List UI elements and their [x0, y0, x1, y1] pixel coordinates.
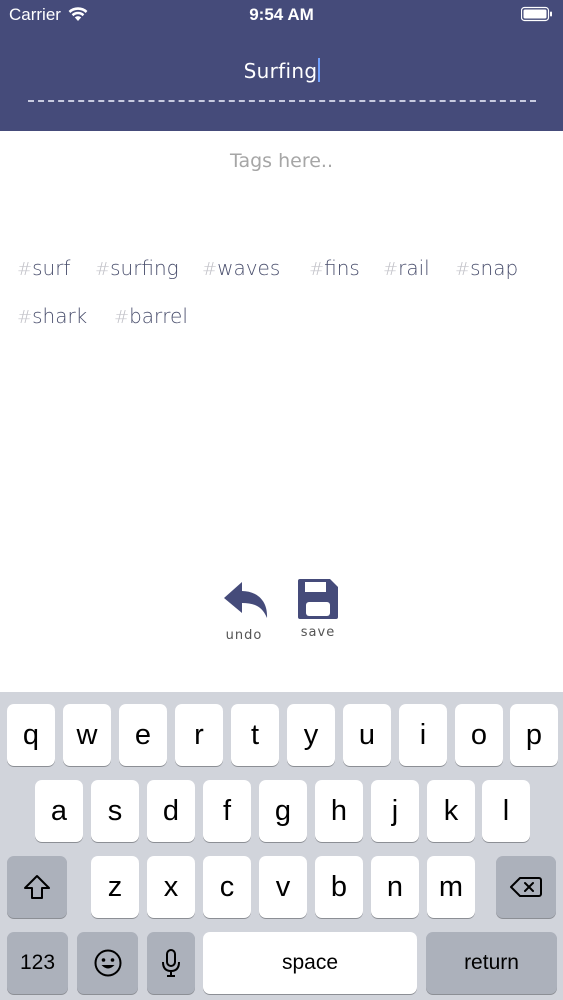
- tag-label: snap: [470, 256, 519, 280]
- key-i[interactable]: i: [399, 704, 447, 766]
- text-caret: [318, 58, 321, 82]
- tag-label: surfing: [110, 256, 179, 280]
- return-key[interactable]: return: [426, 932, 557, 994]
- key-m[interactable]: m: [427, 856, 475, 918]
- tag-chip[interactable]: #rail: [383, 256, 430, 280]
- backspace-icon: [510, 877, 542, 897]
- title-input-text: Surfing: [243, 59, 318, 83]
- emoji-icon: [94, 949, 121, 977]
- hash-symbol: #: [17, 307, 33, 328]
- hash-symbol: #: [17, 259, 33, 280]
- key-c[interactable]: c: [203, 856, 251, 918]
- battery-icon: [521, 6, 552, 22]
- tag-chip[interactable]: #barrel: [114, 304, 188, 328]
- save-button[interactable]: save: [288, 576, 348, 640]
- key-s[interactable]: s: [91, 780, 139, 842]
- hash-symbol: #: [95, 259, 111, 280]
- floppy-disk-icon: [298, 579, 338, 619]
- key-o[interactable]: o: [455, 704, 503, 766]
- key-t[interactable]: t: [231, 704, 279, 766]
- tag-label: waves: [217, 256, 281, 280]
- hash-symbol: #: [455, 259, 471, 280]
- hash-symbol: #: [309, 259, 325, 280]
- key-j[interactable]: j: [371, 780, 419, 842]
- key-y[interactable]: y: [287, 704, 335, 766]
- tag-label: shark: [32, 304, 88, 328]
- delete-key[interactable]: [496, 856, 556, 918]
- tag-chip[interactable]: #surfing: [95, 256, 179, 280]
- tag-label: fins: [324, 256, 360, 280]
- key-g[interactable]: g: [259, 780, 307, 842]
- save-label: save: [300, 625, 336, 640]
- title-field[interactable]: Surfing: [28, 58, 536, 92]
- tag-label: surf: [32, 256, 71, 280]
- key-k[interactable]: k: [427, 780, 475, 842]
- emoji-key[interactable]: [77, 932, 138, 994]
- header-bar: Carrier 9:54 AM Surfing: [0, 0, 563, 131]
- numbers-key[interactable]: 123: [7, 932, 68, 994]
- undo-button[interactable]: undo: [214, 576, 274, 643]
- key-v[interactable]: v: [259, 856, 307, 918]
- keyboard: q w e r t y u i o p a s d f g h j k l z …: [0, 692, 563, 1000]
- space-key[interactable]: space: [203, 932, 417, 994]
- key-h[interactable]: h: [315, 780, 363, 842]
- key-e[interactable]: e: [119, 704, 167, 766]
- key-a[interactable]: a: [35, 780, 83, 842]
- key-w[interactable]: w: [63, 704, 111, 766]
- tag-chip[interactable]: #shark: [17, 304, 87, 328]
- key-u[interactable]: u: [343, 704, 391, 766]
- tag-label: barrel: [129, 304, 188, 328]
- shift-key[interactable]: [7, 856, 67, 918]
- hash-symbol: #: [202, 259, 218, 280]
- undo-arrow-icon: [224, 582, 268, 618]
- undo-label: undo: [225, 628, 263, 643]
- tag-label: rail: [398, 256, 430, 280]
- key-r[interactable]: r: [175, 704, 223, 766]
- key-z[interactable]: z: [91, 856, 139, 918]
- key-q[interactable]: q: [7, 704, 55, 766]
- microphone-key[interactable]: [147, 932, 195, 994]
- key-p[interactable]: p: [510, 704, 558, 766]
- status-bar: Carrier 9:54 AM: [0, 0, 563, 30]
- hash-symbol: #: [114, 307, 130, 328]
- key-l[interactable]: l: [482, 780, 530, 842]
- key-x[interactable]: x: [147, 856, 195, 918]
- key-b[interactable]: b: [315, 856, 363, 918]
- status-time: 9:54 AM: [249, 5, 314, 24]
- key-n[interactable]: n: [371, 856, 419, 918]
- microphone-icon: [162, 949, 180, 977]
- title-underline: [28, 100, 536, 102]
- key-f[interactable]: f: [203, 780, 251, 842]
- tag-chip[interactable]: #snap: [455, 256, 518, 280]
- tag-chip[interactable]: #surf: [17, 256, 70, 280]
- key-d[interactable]: d: [147, 780, 195, 842]
- hash-symbol: #: [383, 259, 399, 280]
- tags-input[interactable]: Tags here..: [0, 150, 563, 172]
- tag-chip[interactable]: #waves: [202, 256, 280, 280]
- tag-chip[interactable]: #fins: [309, 256, 360, 280]
- shift-icon: [24, 875, 50, 899]
